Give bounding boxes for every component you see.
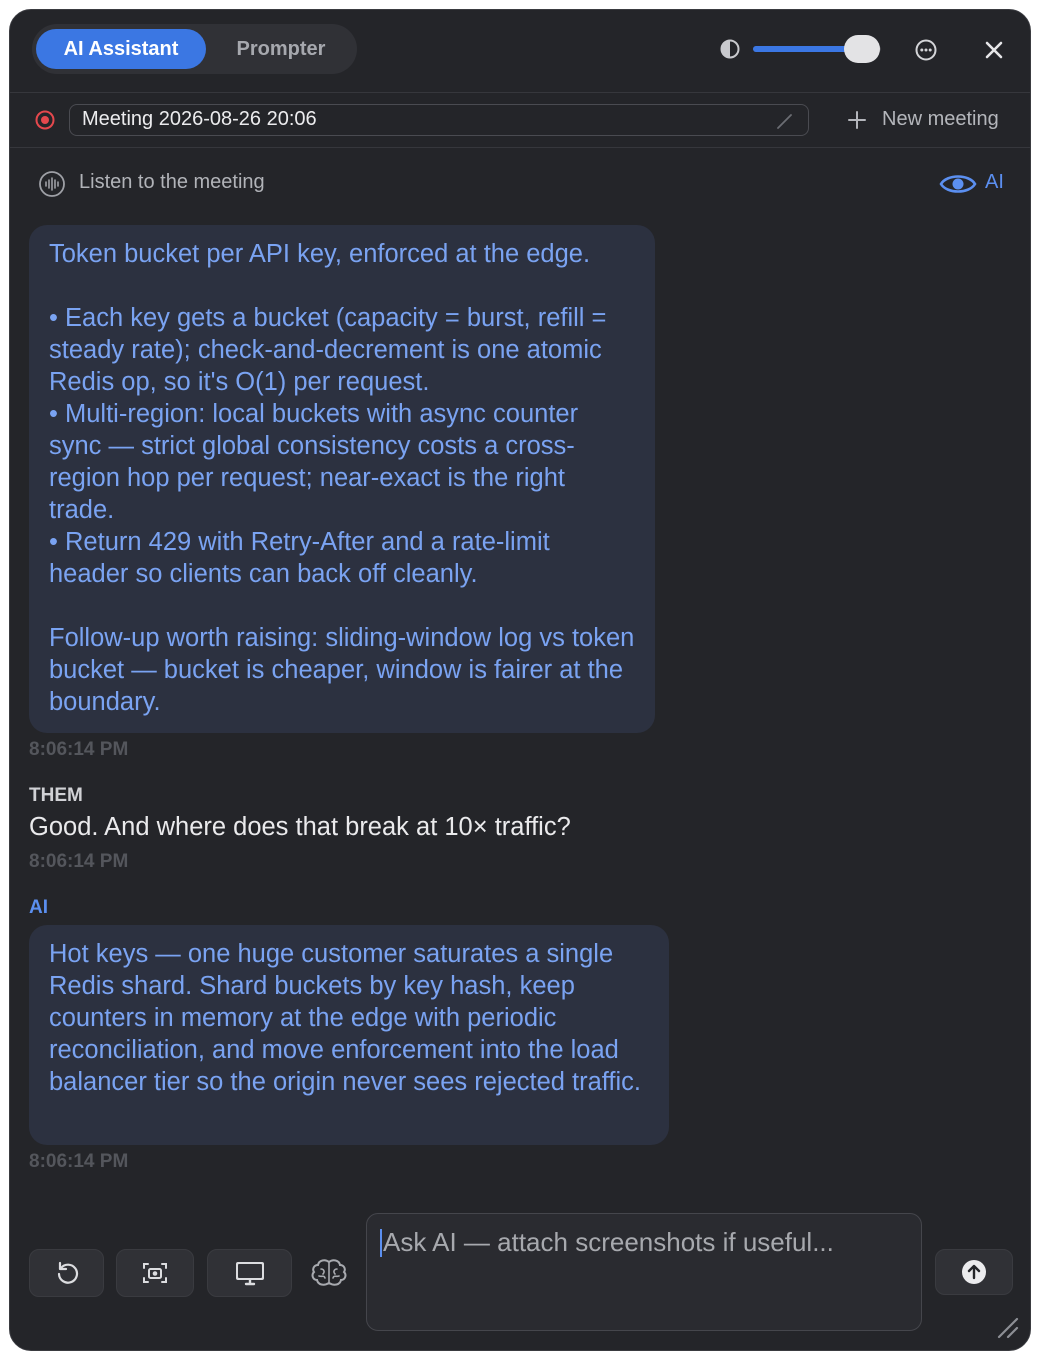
meeting-title-field[interactable]: Meeting 2026-08-26 20:06 (69, 104, 809, 136)
record-icon[interactable] (34, 109, 56, 131)
text-caret (380, 1229, 382, 1257)
screenshot-button[interactable] (116, 1249, 194, 1297)
ai-message-bubble: Hot keys — one huge customer saturates a… (29, 925, 669, 1145)
listen-label: Listen to the meeting (79, 171, 265, 193)
mode-switch: AI Assistant Prompter (32, 24, 357, 74)
tab-ai-assistant[interactable]: AI Assistant (36, 29, 206, 69)
screenshot-icon (143, 1263, 167, 1283)
assistant-window: AI Assistant Prompter Meeting 2026-08-26… (9, 9, 1031, 1351)
screen-share-icon (235, 1262, 264, 1286)
refresh-button[interactable] (29, 1249, 104, 1297)
ask-ai-placeholder: Ask AI — attach screenshots if useful... (383, 1227, 834, 1257)
plus-icon (848, 111, 866, 129)
audio-wave-icon[interactable] (38, 170, 66, 198)
speaker-label: THEM (29, 785, 83, 806)
ai-message-bubble: Token bucket per API key, enforced at th… (29, 225, 655, 733)
meeting-bar: Meeting 2026-08-26 20:06 New meeting (10, 92, 1030, 148)
refresh-icon (57, 1261, 78, 1284)
brain-icon[interactable] (310, 1257, 348, 1289)
message-timestamp: 8:06:14 PM (29, 1151, 129, 1172)
contrast-icon (720, 39, 740, 59)
screen-share-button[interactable] (207, 1249, 292, 1297)
ask-ai-input[interactable]: Ask AI — attach screenshots if useful... (366, 1213, 922, 1331)
top-bar: AI Assistant Prompter (10, 10, 1030, 92)
edit-icon[interactable] (775, 111, 795, 131)
tab-prompter[interactable]: Prompter (214, 29, 348, 69)
them-message: Good. And where does that break at 10× t… (29, 813, 571, 841)
send-button[interactable] (935, 1249, 1013, 1295)
message-timestamp: 8:06:14 PM (29, 851, 129, 872)
new-meeting-label: New meeting (882, 108, 999, 130)
eye-icon[interactable] (939, 171, 977, 197)
opacity-slider-thumb[interactable] (844, 35, 880, 63)
send-icon (962, 1260, 986, 1284)
opacity-slider-fill (753, 46, 858, 52)
speaker-label: AI (29, 897, 48, 918)
more-options-icon[interactable] (914, 38, 938, 62)
close-icon[interactable] (982, 38, 1006, 62)
resize-handle-icon[interactable] (994, 1314, 1020, 1340)
ai-visibility-label[interactable]: AI (985, 171, 1004, 194)
message-timestamp: 8:06:14 PM (29, 739, 129, 760)
